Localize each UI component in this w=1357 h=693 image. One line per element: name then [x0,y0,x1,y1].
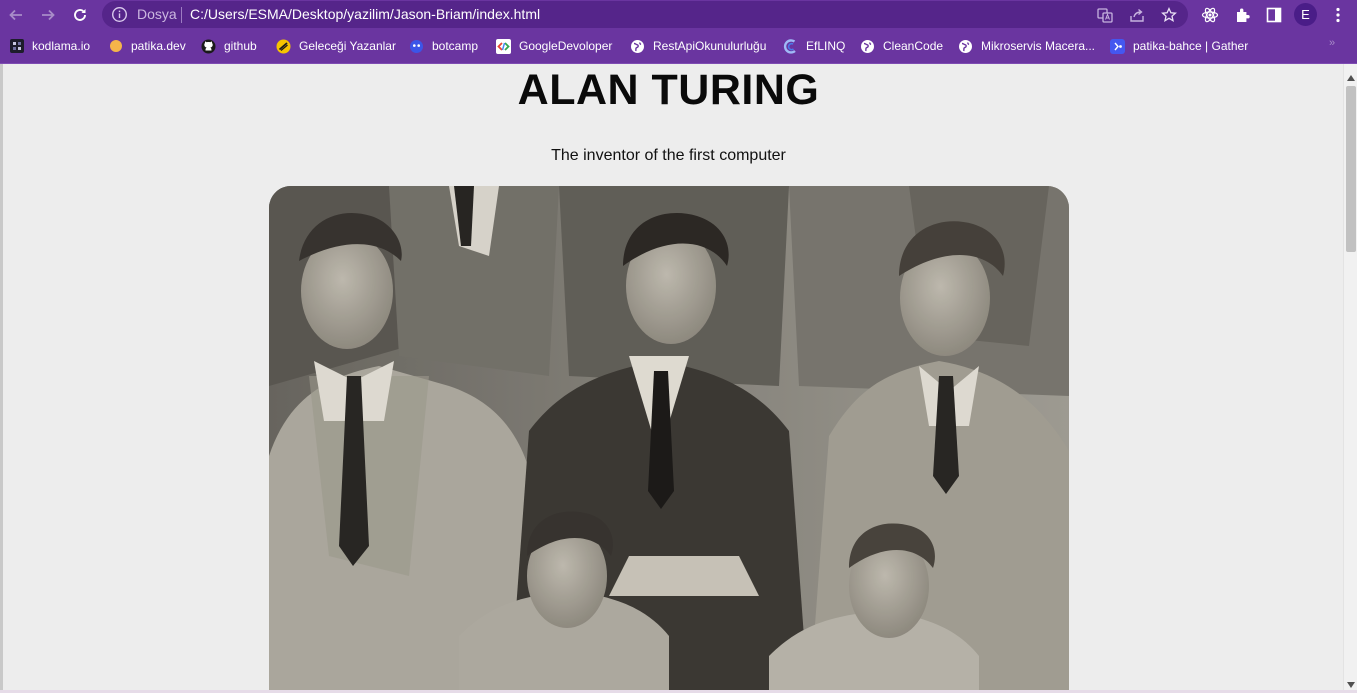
github-icon [201,39,216,54]
address-divider [181,7,182,23]
side-panel-icon[interactable] [1264,5,1284,25]
bookmark-github[interactable]: github [201,37,257,55]
kebab-menu-icon[interactable] [1328,5,1348,25]
bookmark-label: EfLINQ [806,39,846,53]
botcamp-icon [409,39,424,54]
info-icon[interactable] [111,6,128,28]
bookmark-label: Geleceği Yazanlar [299,39,396,53]
bookmark-label: patika-bahce | Gather [1133,39,1249,53]
bookmark-botcamp[interactable]: botcamp [409,37,478,55]
arrow-left-icon [9,9,22,21]
bookmark-rest-api[interactable]: RestApiOkunulurluğu [630,37,766,55]
address-scheme-label: Dosya [137,6,177,22]
gather-icon [1110,38,1125,54]
browser-toolbar: Dosya C:/Users/ESMA/Desktop/yazilim/Jaso… [0,0,1357,29]
bookmark-label: GoogleDevoloper [519,39,613,53]
bookmark-kodlama[interactable]: kodlama.io [9,37,90,55]
back-button[interactable] [4,3,28,27]
reload-button[interactable] [68,3,92,27]
reload-icon [74,9,86,21]
bookmark-patika[interactable]: patika.dev [108,37,186,55]
scroll-up-icon[interactable] [1347,68,1355,86]
bookmark-label: RestApiOkunulurluğu [653,39,767,53]
google-developer-icon [496,38,511,54]
bookmarks-overflow-icon[interactable]: » [1329,37,1335,49]
bookmark-mikroservis[interactable]: Mikroservis Macera... [958,37,1095,55]
gelecegi-yazanlar-icon [276,39,291,54]
scrollbar-thumb[interactable] [1346,86,1356,252]
page-viewport: ALAN TURING The inventor of the first co… [0,64,1357,693]
patika-icon [108,39,123,54]
bookmark-cleancode[interactable]: CleanCode [860,37,943,55]
profile-avatar[interactable]: E [1294,3,1317,26]
bookmark-label: botcamp [432,39,479,53]
share-icon[interactable] [1128,6,1146,24]
bookmark-label: Mikroservis Macera... [981,39,1096,53]
globe-icon [860,39,875,54]
page-subtitle: The inventor of the first computer [551,147,786,164]
react-devtools-icon[interactable] [1200,5,1220,25]
page-scrollbar[interactable] [1343,64,1357,693]
globe-icon [630,39,645,54]
bookmark-label: patika.dev [131,39,186,53]
group-portrait-image [269,186,1069,693]
bookmark-google-developer[interactable]: GoogleDevoloper [496,37,612,55]
arrow-right-icon [42,9,55,21]
eflinq-icon [783,38,798,54]
address-url[interactable]: C:/Users/ESMA/Desktop/yazilim/Jason-Bria… [190,6,540,22]
hero-photo [269,186,1069,693]
translate-icon[interactable] [1096,6,1114,24]
kodlama-icon [9,39,24,54]
bookmark-eflinq[interactable]: EfLINQ [783,37,845,55]
bookmark-gather[interactable]: patika-bahce | Gather [1110,37,1248,55]
bookmark-gelecegi-yazanlar[interactable]: Geleceği Yazanlar [276,37,396,55]
star-icon[interactable] [1160,6,1178,24]
bookmark-label: CleanCode [883,39,944,53]
address-bar[interactable]: Dosya C:/Users/ESMA/Desktop/yazilim/Jaso… [102,1,1188,28]
globe-icon [958,39,973,54]
bookmark-label: kodlama.io [32,39,91,53]
page-title: ALAN TURING [517,66,820,114]
bookmark-label: github [224,39,257,53]
extensions-icon[interactable] [1232,5,1252,25]
forward-button[interactable] [36,3,60,27]
bookmarks-bar: kodlama.io patika.dev github Geleceği Ya… [0,29,1357,64]
